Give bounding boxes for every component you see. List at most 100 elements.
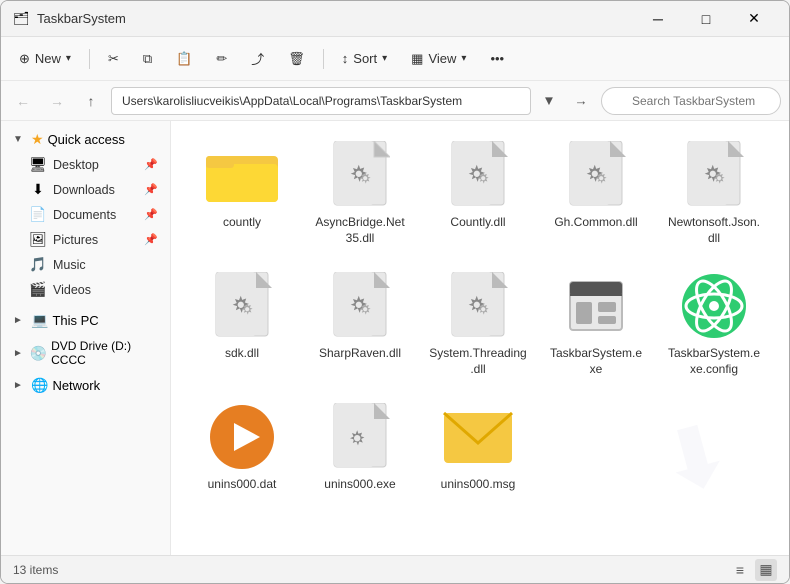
file-unins000msg[interactable]: unins000.msg xyxy=(423,393,533,501)
file-countly[interactable]: countly xyxy=(187,131,297,254)
file-ghcommon[interactable]: Gh.Common.dll xyxy=(541,131,651,254)
view-toggle-buttons: ≡ ▦ xyxy=(729,559,777,581)
this-pc-icon: 💻 xyxy=(31,312,48,329)
view-label: View xyxy=(428,51,456,66)
copy-icon: ⧉ xyxy=(143,51,152,67)
file-label-unins000exe: unins000.exe xyxy=(324,477,395,493)
rename-button[interactable]: ✏ xyxy=(206,43,237,75)
sort-button[interactable]: ↕ Sort ▾ xyxy=(332,43,397,75)
forward-button[interactable]: → xyxy=(43,87,71,115)
minimize-button[interactable]: ─ xyxy=(635,3,681,35)
new-chevron-icon: ▾ xyxy=(66,53,71,64)
exe-icon-taskbarsystem xyxy=(560,270,632,342)
dll-icon-sharpraven xyxy=(324,270,396,342)
file-unins000exe[interactable]: unins000.exe xyxy=(305,393,415,501)
pictures-icon: 🖼 xyxy=(29,231,47,248)
file-label-unins000dat: unins000.dat xyxy=(208,477,277,493)
sidebar: ▼ ★ Quick access 🖥 Desktop 📌 ⬇ Downloads… xyxy=(1,121,171,555)
titlebar: 🗂 TaskbarSystem ─ □ ✕ xyxy=(1,1,789,37)
file-taskbarsystemexe[interactable]: TaskbarSystem.exe xyxy=(541,262,651,385)
window-title: TaskbarSystem xyxy=(37,11,635,26)
dll-icon-ghcommon xyxy=(560,139,632,211)
sort-icon: ↕ xyxy=(342,51,349,66)
network-chevron-icon: ► xyxy=(13,380,27,391)
file-unins000dat[interactable]: unins000.dat xyxy=(187,393,297,501)
more-button[interactable]: ••• xyxy=(480,43,514,75)
file-newtonsoft[interactable]: Newtonsoft.Json.dll xyxy=(659,131,769,254)
sidebar-quick-access-header[interactable]: ▼ ★ Quick access xyxy=(5,127,166,152)
pin-icon-pictures: 📌 xyxy=(144,233,158,246)
close-button[interactable]: ✕ xyxy=(731,3,777,35)
this-pc-chevron-icon: ► xyxy=(13,315,27,326)
sidebar-item-documents[interactable]: 📄 Documents 📌 xyxy=(5,202,166,227)
new-button[interactable]: ⊕ New ▾ xyxy=(9,43,81,75)
file-label-asyncbridge: AsyncBridge.Net 35.dll xyxy=(311,215,409,246)
dll-icon-sdk xyxy=(206,270,278,342)
sidebar-item-videos[interactable]: 🎬 Videos xyxy=(5,277,166,302)
copy-button[interactable]: ⧉ xyxy=(133,43,162,75)
address-forward-button[interactable]: → xyxy=(567,87,595,115)
toolbar-sep-2 xyxy=(323,49,324,69)
delete-button[interactable]: 🗑 xyxy=(278,43,315,75)
share-button[interactable]: ⤴ xyxy=(241,43,274,75)
network-icon: 🌐 xyxy=(31,377,48,394)
file-sdk[interactable]: sdk.dll xyxy=(187,262,297,385)
sidebar-item-pictures[interactable]: 🖼 Pictures 📌 xyxy=(5,227,166,252)
downloads-icon: ⬇ xyxy=(29,181,47,198)
this-pc-label: This PC xyxy=(52,313,98,328)
statusbar-count: 13 items xyxy=(13,563,58,577)
config-icon-taskbarsystem xyxy=(678,270,750,342)
file-label-countlydll: Countly.dll xyxy=(450,215,505,231)
file-taskbarsystemconfig[interactable]: TaskbarSystem.exe.config xyxy=(659,262,769,385)
quick-access-chevron-icon: ▼ xyxy=(13,134,27,145)
file-label-unins000msg: unins000.msg xyxy=(441,477,516,493)
plus-icon: ⊕ xyxy=(19,51,30,67)
paste-button[interactable]: 📋 xyxy=(166,43,202,75)
more-icon: ••• xyxy=(490,51,504,66)
search-input[interactable] xyxy=(601,87,781,115)
up-button[interactable]: ↑ xyxy=(77,87,105,115)
window: 🗂 TaskbarSystem ─ □ ✕ ⊕ New ▾ ✂ ⧉ 📋 ✏ ⤴ xyxy=(0,0,790,584)
toolbar: ⊕ New ▾ ✂ ⧉ 📋 ✏ ⤴ 🗑 ↕ Sort ▾ ▦ xyxy=(1,37,789,81)
sidebar-network-section: ► 🌐 Network xyxy=(1,373,170,398)
content-area: ▼ ★ Quick access 🖥 Desktop 📌 ⬇ Downloads… xyxy=(1,121,789,555)
list-view-button[interactable]: ≡ xyxy=(729,559,751,581)
sidebar-dvd-header[interactable]: ► 💿 DVD Drive (D:) CCCC xyxy=(5,335,166,371)
sidebar-this-pc-section: ► 💻 This PC xyxy=(1,308,170,333)
sidebar-dvd-section: ► 💿 DVD Drive (D:) CCCC xyxy=(1,335,170,371)
sidebar-this-pc-header[interactable]: ► 💻 This PC xyxy=(5,308,166,333)
addressbar: ← → ↑ ▼ → 🔍 xyxy=(1,81,789,121)
exe-icon-unins000 xyxy=(324,401,396,473)
file-systemthreading[interactable]: System.Threading.dll xyxy=(423,262,533,385)
file-label-taskbarsystemexe: TaskbarSystem.exe xyxy=(547,346,645,377)
sort-label: Sort xyxy=(353,51,377,66)
window-controls: ─ □ ✕ xyxy=(635,3,777,35)
dvd-chevron-icon: ► xyxy=(13,348,26,359)
videos-icon: 🎬 xyxy=(29,281,47,298)
rename-icon: ✏ xyxy=(216,51,227,67)
address-chevron-button[interactable]: ▼ xyxy=(537,87,561,115)
back-button[interactable]: ← xyxy=(9,87,37,115)
file-sharpraven[interactable]: SharpRaven.dll xyxy=(305,262,415,385)
sidebar-network-header[interactable]: ► 🌐 Network xyxy=(5,373,166,398)
share-icon: ⤴ xyxy=(251,49,264,68)
file-label-taskbarsystemconfig: TaskbarSystem.exe.config xyxy=(665,346,763,377)
file-asyncbridge[interactable]: AsyncBridge.Net 35.dll xyxy=(305,131,415,254)
new-label: New xyxy=(35,51,61,66)
file-countlydll[interactable]: Countly.dll xyxy=(423,131,533,254)
window-icon: 🗂 xyxy=(13,11,29,27)
maximize-button[interactable]: □ xyxy=(683,3,729,35)
cut-button[interactable]: ✂ xyxy=(98,43,129,75)
sidebar-item-downloads[interactable]: ⬇ Downloads 📌 xyxy=(5,177,166,202)
sidebar-item-desktop[interactable]: 🖥 Desktop 📌 xyxy=(5,152,166,177)
statusbar: 13 items ≡ ▦ xyxy=(1,555,789,583)
music-icon: 🎵 xyxy=(29,256,47,273)
cut-icon: ✂ xyxy=(108,51,119,67)
pin-icon-desktop: 📌 xyxy=(144,158,158,171)
grid-view-button[interactable]: ▦ xyxy=(755,559,777,581)
view-chevron-icon: ▾ xyxy=(461,53,466,64)
view-button[interactable]: ▦ View ▾ xyxy=(401,43,476,75)
address-input[interactable] xyxy=(111,87,531,115)
dvd-label: DVD Drive (D:) CCCC xyxy=(51,339,158,367)
sidebar-item-music[interactable]: 🎵 Music xyxy=(5,252,166,277)
